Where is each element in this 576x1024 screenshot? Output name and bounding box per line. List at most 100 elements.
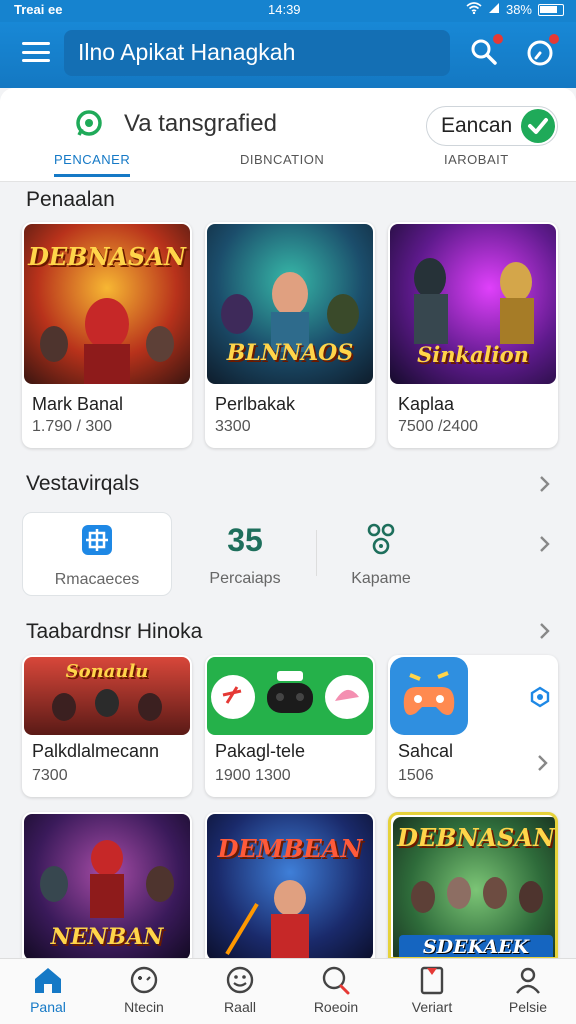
game-name: Kaplaa (398, 394, 455, 414)
game-art-title: Sonaulu (65, 661, 149, 682)
stat-value (23, 523, 171, 561)
game-card[interactable]: Sahcal 1506 (388, 655, 558, 797)
section-title-vestavirqals: Vestavirqals (26, 472, 140, 495)
profile-icon (516, 967, 540, 994)
nav-label: Roeoin (313, 999, 359, 1015)
game-art-banner: SDEKAEK (399, 935, 553, 958)
hamburger-menu-icon[interactable] (22, 40, 50, 64)
nav-label: Raall (224, 999, 256, 1015)
bottom-navigation: Panal Ntecin Raall Roeoin Veriart Pelsie (0, 958, 576, 1024)
game-card[interactable]: DEBNASAN SDEKAEK (388, 812, 558, 960)
search-icon (322, 966, 350, 995)
nav-pelsie[interactable]: Pelsie (480, 965, 576, 1015)
stat-label: Kapame (351, 570, 411, 587)
status-bar: Treai ee 14:39 38% (0, 0, 576, 22)
nav-roeoin[interactable]: Roeoin (288, 965, 384, 1015)
nav-label: Ntecin (124, 999, 164, 1015)
notification-dot (493, 34, 503, 44)
section-title-penaalan: Penaalan (26, 188, 115, 211)
gamepad-icon (211, 671, 369, 719)
refresh-icon[interactable] (528, 685, 552, 709)
game-price: 1900 1300 (215, 767, 291, 784)
status-card: Va tansgrafied Eancan PENCANER DIBNCATIO… (0, 88, 576, 182)
gamepad-icon (130, 966, 158, 994)
timer-button[interactable] (524, 34, 559, 68)
game-card[interactable]: DEBNASAN Mark Banal 1.790 / 300 (22, 222, 192, 448)
battery-icon (538, 3, 564, 16)
check-icon (521, 109, 555, 143)
game-art: NENBAN (24, 814, 190, 960)
app-title-search-field[interactable]: Ilno Apikat Hanagkah (64, 30, 450, 76)
app-bar: Ilno Apikat Hanagkah (0, 22, 576, 88)
nav-label: Pelsie (508, 999, 548, 1015)
wifi-icon (466, 2, 482, 17)
game-art-title: DEMBEAN (217, 834, 363, 863)
stat-value (306, 522, 456, 560)
chevron-right-icon[interactable] (538, 621, 552, 641)
game-art-title: DEBNASAN (397, 823, 555, 852)
nav-raall[interactable]: Raall (192, 965, 288, 1015)
game-art-title: Sinkalion (417, 342, 529, 367)
game-price: 7300 (32, 767, 68, 784)
tab-iarobait[interactable]: IAROBAIT (444, 152, 509, 167)
toggle-button[interactable]: Eancan (426, 106, 558, 146)
game-art-title: NENBAN (50, 924, 164, 950)
nav-label: Veriart (411, 999, 453, 1015)
game-art: DEMBEAN (207, 814, 373, 960)
game-art: DEBNASAN SDEKAEK (393, 817, 555, 958)
clipboard-icon (420, 966, 444, 995)
smiley-icon (226, 966, 254, 994)
game-art-title: BLNNAOS (226, 340, 354, 366)
chevron-right-icon[interactable] (538, 474, 552, 494)
stat-label: Rmacaeces (54, 571, 140, 588)
stat-value: 35 (227, 522, 263, 558)
battery-percent: 38% (505, 2, 532, 17)
game-name: Sahcal (398, 741, 454, 761)
game-card[interactable]: BLNNAOS Perlbakak 3300 (205, 222, 375, 448)
stats-row: Rmacaeces 35 Percaiaps Kapame (0, 512, 576, 598)
section-title-taabardnsr: Taabardnsr Hinoka (26, 620, 203, 643)
status-left-text: Treai ee (14, 2, 63, 17)
nav-veriart[interactable]: Veriart (384, 965, 480, 1015)
game-art: Sinkalion (390, 224, 556, 384)
nav-panal[interactable]: Panal (0, 965, 96, 1015)
stat-item[interactable]: Rmacaeces (22, 512, 172, 596)
nav-label: Panal (30, 999, 66, 1015)
puzzle-icon (82, 525, 112, 555)
link-node-icon (367, 523, 395, 555)
nav-ntecin[interactable]: Ntecin (96, 965, 192, 1015)
tab-pencaner[interactable]: PENCANER (54, 152, 131, 177)
toggle-label: Eancan (441, 114, 513, 137)
game-art-title: SDEKAEK (422, 936, 530, 958)
tab-dibncation[interactable]: DIBNCATION (240, 152, 324, 167)
stat-item[interactable]: 35 Percaiaps (170, 512, 320, 596)
game-price: 7500 /2400 (398, 418, 479, 435)
status-icons: 38% (466, 2, 564, 17)
game-price: 1.790 / 300 (32, 418, 113, 435)
stat-item[interactable]: Kapame (306, 512, 456, 596)
game-card[interactable]: Sinkalion Kaplaa 7500 /2400 (388, 222, 558, 448)
game-art: DEBNASAN (24, 224, 190, 384)
status-text: Va tansgrafied (124, 110, 277, 137)
game-art: BLNNAOS (207, 224, 373, 384)
search-button[interactable] (468, 34, 503, 68)
game-name: Perlbakak (215, 394, 296, 414)
game-card[interactable]: Sonaulu Palkdlalmecann 7300 (22, 655, 192, 797)
status-clock: 14:39 (268, 2, 301, 17)
game-art (207, 657, 373, 735)
game-name: Pakagl-tele (215, 741, 306, 761)
stat-label: Percaiaps (209, 570, 281, 587)
chevron-right-icon[interactable] (538, 534, 552, 554)
game-name: Palkdlalmecann (32, 741, 160, 761)
game-price: 3300 (215, 418, 251, 435)
game-art-title: DEBNASAN (28, 242, 186, 271)
home-icon (35, 968, 61, 993)
tab-bar: PENCANER DIBNCATION IAROBAIT (0, 152, 576, 182)
game-art (390, 657, 468, 735)
chevron-right-icon[interactable] (536, 753, 550, 773)
game-card[interactable]: NENBAN (22, 812, 192, 960)
game-name: Mark Banal (32, 394, 124, 414)
controller-icon (403, 671, 455, 715)
game-card[interactable]: Pakagl-tele 1900 1300 (205, 655, 375, 797)
game-card[interactable]: DEMBEAN (205, 812, 375, 960)
